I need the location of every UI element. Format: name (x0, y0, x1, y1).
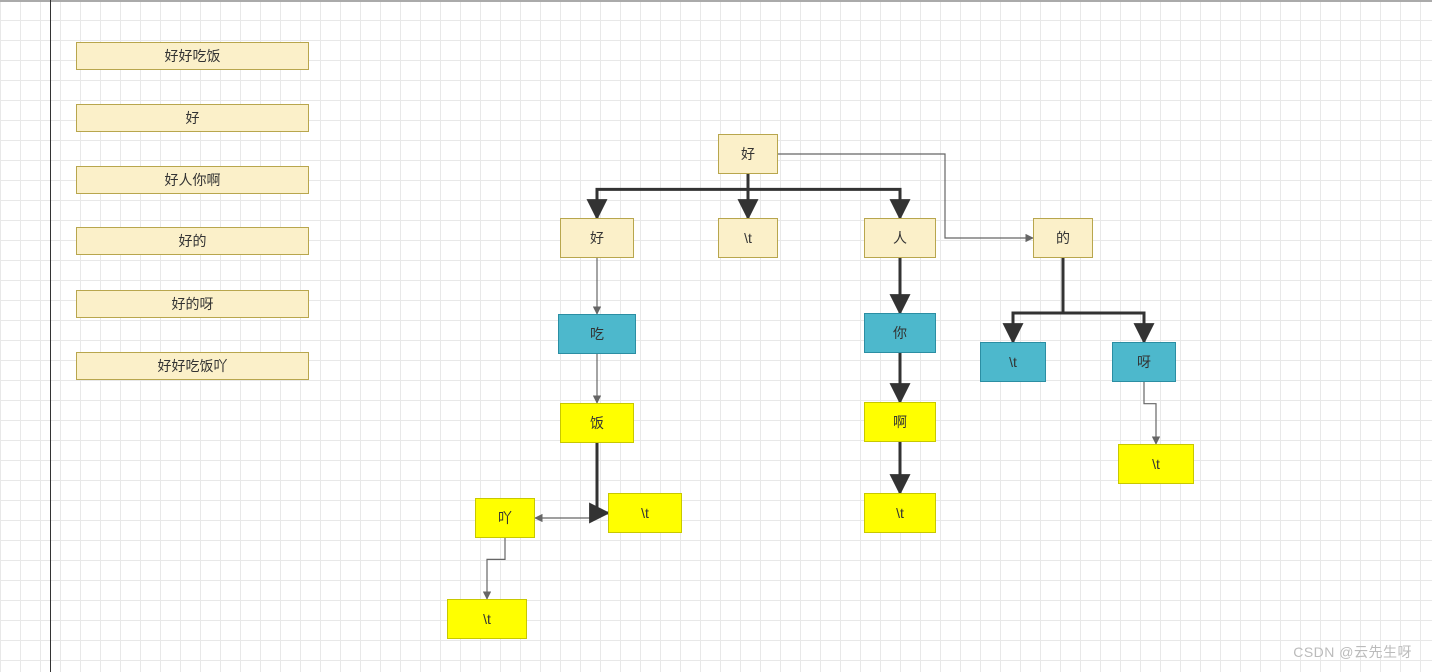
tree-node-t1[interactable]: \t (718, 218, 778, 258)
tree-node-fan[interactable]: 饭 (560, 403, 634, 443)
left-margin-line (50, 0, 51, 672)
tree-node-t4[interactable]: \t (864, 493, 936, 533)
list-item[interactable]: 好好吃饭吖 (76, 352, 309, 380)
tree-node-a[interactable]: 啊 (864, 402, 936, 442)
watermark: CSDN @云先生呀 (1293, 642, 1412, 662)
tree-node-ya[interactable]: 呀 (1112, 342, 1176, 382)
list-item[interactable]: 好好吃饭 (76, 42, 309, 70)
tree-node-ren[interactable]: 人 (864, 218, 936, 258)
tree-node-t5[interactable]: \t (1118, 444, 1194, 484)
list-item[interactable]: 好的 (76, 227, 309, 255)
tree-node-de[interactable]: 的 (1033, 218, 1093, 258)
top-border (0, 0, 1432, 2)
tree-node-chi[interactable]: 吃 (558, 314, 636, 354)
list-item[interactable]: 好 (76, 104, 309, 132)
tree-node-ni[interactable]: 你 (864, 313, 936, 353)
grid-background (0, 0, 1432, 672)
tree-node-t6[interactable]: \t (447, 599, 527, 639)
tree-node-t3[interactable]: \t (608, 493, 682, 533)
tree-node-t2[interactable]: \t (980, 342, 1046, 382)
list-item[interactable]: 好的呀 (76, 290, 309, 318)
tree-node-ya2[interactable]: 吖 (475, 498, 535, 538)
tree-node-hao2[interactable]: 好 (560, 218, 634, 258)
diagram-canvas: 好好吃饭 好 好人你啊 好的 好的呀 好好吃饭吖 好好\t人的吃你\t呀饭啊吖\… (0, 0, 1432, 672)
tree-node-root[interactable]: 好 (718, 134, 778, 174)
list-item[interactable]: 好人你啊 (76, 166, 309, 194)
